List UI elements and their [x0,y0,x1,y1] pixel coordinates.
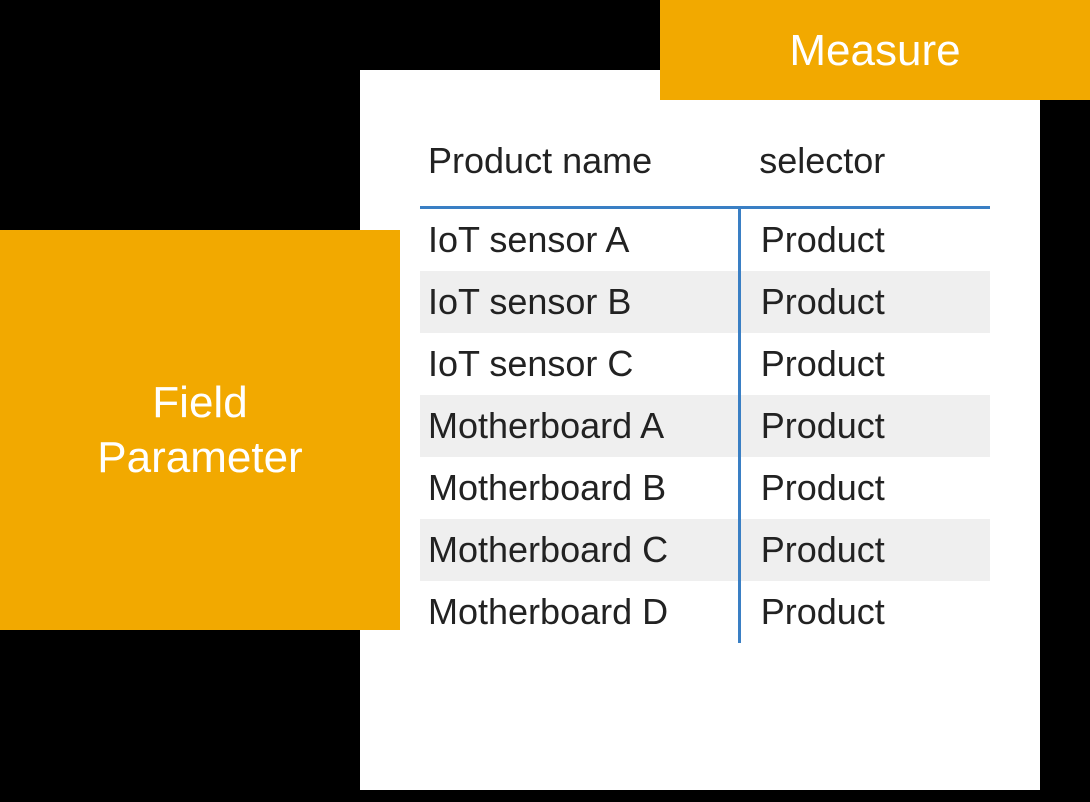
cell-selector: Product [739,395,990,457]
table-header-row: Product name selector [420,130,990,208]
table-row[interactable]: Motherboard CProduct [420,519,990,581]
cell-product: Motherboard A [420,395,739,457]
measure-label-text: Measure [789,23,960,78]
table-row[interactable]: IoT sensor AProduct [420,208,990,272]
table-row[interactable]: Motherboard BProduct [420,457,990,519]
cell-selector: Product [739,581,990,643]
cell-selector: Product [739,457,990,519]
cell-selector: Product [739,271,990,333]
cell-product: IoT sensor B [420,271,739,333]
cell-selector: Product [739,333,990,395]
cell-selector: Product [739,208,990,272]
table-row[interactable]: Motherboard AProduct [420,395,990,457]
data-table-card: Product name selector IoT sensor AProduc… [360,70,1040,790]
table-row[interactable]: Motherboard DProduct [420,581,990,643]
table-row[interactable]: IoT sensor CProduct [420,333,990,395]
field-parameter-label: FieldParameter [0,230,400,630]
column-header-product[interactable]: Product name [420,130,739,208]
cell-product: Motherboard B [420,457,739,519]
product-selector-table: Product name selector IoT sensor AProduc… [420,130,990,643]
field-parameter-label-text: FieldParameter [97,375,302,485]
table-row[interactable]: IoT sensor BProduct [420,271,990,333]
measure-label: Measure [660,0,1090,100]
column-header-selector[interactable]: selector [739,130,990,208]
cell-selector: Product [739,519,990,581]
cell-product: IoT sensor C [420,333,739,395]
cell-product: IoT sensor A [420,208,739,272]
cell-product: Motherboard D [420,581,739,643]
cell-product: Motherboard C [420,519,739,581]
